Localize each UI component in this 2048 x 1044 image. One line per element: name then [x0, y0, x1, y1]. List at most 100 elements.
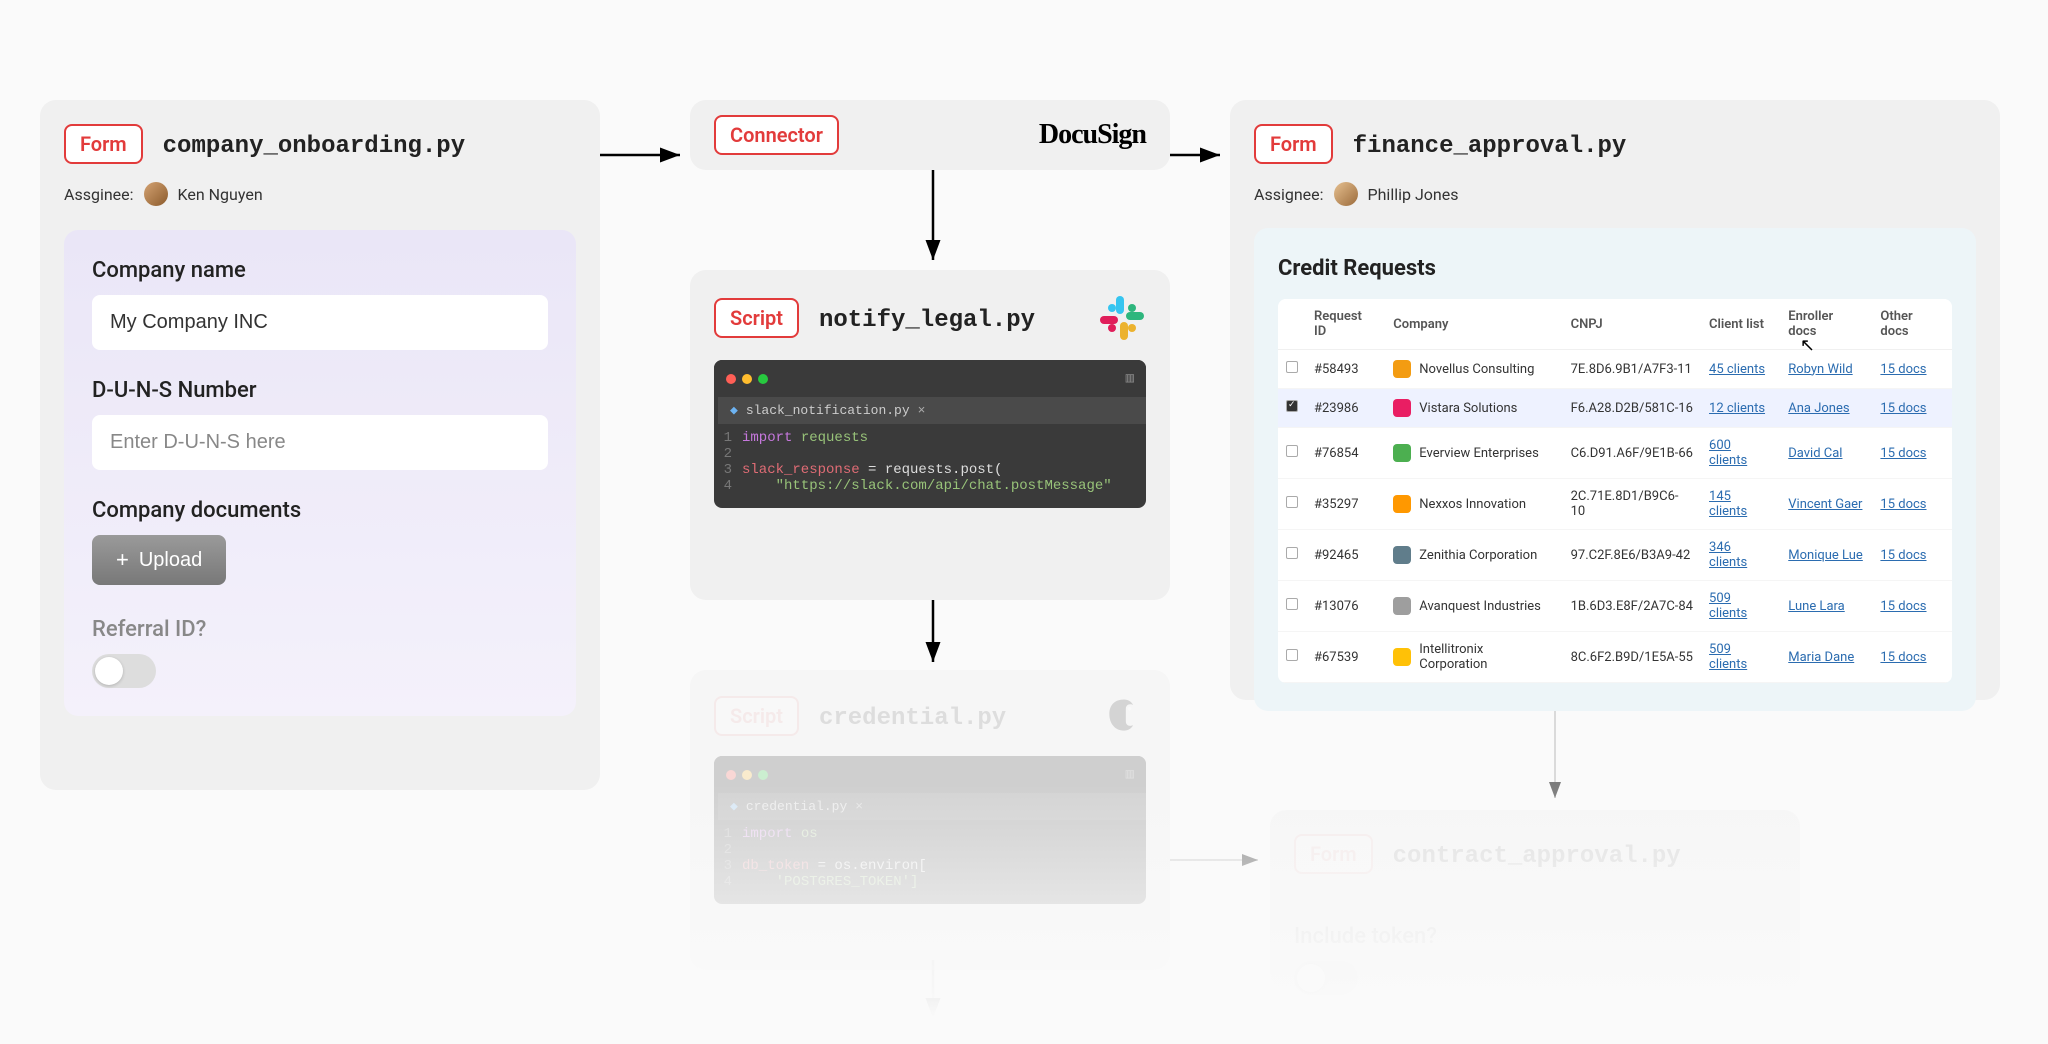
other-docs-link[interactable]: 15 docs — [1880, 599, 1926, 614]
filename: finance_approval.py — [1353, 133, 1627, 160]
editor-tab[interactable]: ◆ slack_notification.py × — [718, 397, 1146, 424]
window-maximize-icon[interactable] — [758, 770, 768, 780]
company-name: Novellus Consulting — [1419, 362, 1534, 377]
enroller-link[interactable]: Robyn Wild — [1788, 362, 1852, 377]
company-name: Intellitronix Corporation — [1419, 642, 1554, 672]
code-editor: ▥ ◆ credential.py × 1import os 2 3db_tok… — [714, 756, 1146, 904]
tag-connector: Connector — [714, 115, 839, 155]
client-list-link[interactable]: 600 clients — [1709, 438, 1747, 468]
duns-input[interactable] — [92, 415, 548, 470]
table-row[interactable]: #58493Novellus Consulting7E.8D6.9B1/A7F3… — [1278, 350, 1952, 389]
request-id: #23986 — [1306, 389, 1385, 428]
editor-tab[interactable]: ◆ credential.py × — [718, 793, 1146, 820]
enroller-link[interactable]: Monique Lue — [1788, 548, 1863, 563]
panel-split-icon[interactable]: ▥ — [1126, 766, 1134, 783]
assignee-label: Assginee: — [64, 185, 134, 204]
form-card-contract-approval: Form contract_approval.py Include token? — [1270, 810, 1800, 990]
credit-requests-table: Request IDCompanyCNPJClient listEnroller… — [1278, 299, 1952, 683]
upload-button[interactable]: + Upload — [92, 535, 226, 585]
enroller-link[interactable]: Lune Lara — [1788, 599, 1844, 614]
table-header: Enroller docs — [1780, 299, 1872, 350]
table-row[interactable]: #23986Vistara SolutionsF6.A28.D2B/581C-1… — [1278, 389, 1952, 428]
plus-icon: + — [116, 547, 129, 573]
tab-filename: slack_notification.py — [746, 403, 910, 418]
connector-card-docusign: Connector DocuSign — [690, 100, 1170, 170]
docusign-logo: DocuSign — [1039, 119, 1146, 151]
client-list-link[interactable]: 509 clients — [1709, 591, 1747, 621]
form-card-finance-approval: Form finance_approval.py Assignee: Phill… — [1230, 100, 2000, 700]
tag-form: Form — [64, 124, 143, 164]
other-docs-link[interactable]: 15 docs — [1880, 446, 1926, 461]
row-checkbox[interactable] — [1286, 496, 1298, 508]
other-docs-link[interactable]: 15 docs — [1880, 497, 1926, 512]
window-close-icon[interactable] — [726, 374, 736, 384]
tab-filename: credential.py — [746, 799, 847, 814]
client-list-link[interactable]: 346 clients — [1709, 540, 1747, 570]
window-minimize-icon[interactable] — [742, 374, 752, 384]
company-name: Avanquest Industries — [1419, 599, 1541, 614]
enroller-link[interactable]: Vincent Gaer — [1788, 497, 1862, 512]
arrow-connector-to-script1 — [918, 170, 948, 270]
company-name: Zenithia Corporation — [1419, 548, 1537, 563]
enroller-link[interactable]: David Cal — [1788, 446, 1842, 461]
form-card-company-onboarding: Form company_onboarding.py Assginee: Ken… — [40, 100, 600, 790]
cnpj-cell: 2C.71E.8D1/B9C6-10 — [1563, 479, 1701, 530]
script-card-notify-legal: Script notify_legal.py ▥ ◆ slack_notific… — [690, 270, 1170, 600]
referral-toggle[interactable] — [92, 654, 156, 688]
window-maximize-icon[interactable] — [758, 374, 768, 384]
close-tab-icon[interactable]: × — [855, 799, 863, 814]
upload-label: Upload — [139, 549, 202, 572]
row-checkbox[interactable] — [1286, 400, 1298, 412]
other-docs-link[interactable]: 15 docs — [1880, 548, 1926, 563]
row-checkbox[interactable] — [1286, 547, 1298, 559]
company-name: Nexxos Innovation — [1419, 497, 1526, 512]
arrow-form-to-connector — [600, 140, 690, 170]
panel-split-icon[interactable]: ▥ — [1126, 370, 1134, 387]
request-id: #58493 — [1306, 350, 1385, 389]
file-type-icon: ◆ — [730, 799, 738, 814]
table-row[interactable]: #76854Everview EnterprisesC6.D91.A6F/9E1… — [1278, 428, 1952, 479]
company-name: Everview Enterprises — [1419, 446, 1539, 461]
referral-label: Referral ID? — [92, 617, 548, 642]
row-checkbox[interactable] — [1286, 445, 1298, 457]
row-checkbox[interactable] — [1286, 649, 1298, 661]
tag-script: Script — [714, 298, 799, 338]
client-list-link[interactable]: 12 clients — [1709, 401, 1765, 416]
code-body: 1import requests 2 3slack_response = req… — [714, 424, 1146, 508]
cnpj-cell: 8C.6F2.B9D/1E5A-55 — [1563, 632, 1701, 683]
enroller-link[interactable]: Maria Dane — [1788, 650, 1854, 665]
other-docs-link[interactable]: 15 docs — [1880, 401, 1926, 416]
client-list-link[interactable]: 45 clients — [1709, 362, 1765, 377]
code-editor: ▥ ◆ slack_notification.py × 1import requ… — [714, 360, 1146, 508]
client-list-link[interactable]: 509 clients — [1709, 642, 1747, 672]
request-id: #13076 — [1306, 581, 1385, 632]
table-header — [1278, 299, 1306, 350]
client-list-link[interactable]: 145 clients — [1709, 489, 1747, 519]
script-card-credential: Script credential.py ▥ ◆ credential.py ×… — [690, 670, 1170, 970]
arrow-script2-to-contract — [1170, 845, 1270, 875]
company-name-label: Company name — [92, 258, 548, 283]
slack-icon — [1098, 294, 1146, 342]
form-panel: Company name D-U-N-S Number Company docu… — [64, 230, 576, 716]
table-row[interactable]: #92465Zenithia Corporation97.C2F.8E6/B3A… — [1278, 530, 1952, 581]
window-minimize-icon[interactable] — [742, 770, 752, 780]
row-checkbox[interactable] — [1286, 361, 1298, 373]
window-close-icon[interactable] — [726, 770, 736, 780]
table-row[interactable]: #67539Intellitronix Corporation8C.6F2.B9… — [1278, 632, 1952, 683]
table-row[interactable]: #13076 Avanquest Industries 1B.6D3.E8F/2A7… — [1278, 581, 1952, 632]
other-docs-link[interactable]: 15 docs — [1880, 650, 1926, 665]
company-name-input[interactable] — [92, 295, 548, 350]
include-token-label: Include token? — [1294, 924, 1776, 949]
request-id: #76854 — [1306, 428, 1385, 479]
other-docs-link[interactable]: 15 docs — [1880, 362, 1926, 377]
cnpj-cell: 1B.6D3.E8F/2A7C-84 — [1563, 581, 1701, 632]
close-tab-icon[interactable]: × — [918, 403, 926, 418]
filename: credential.py — [819, 705, 1006, 732]
include-token-toggle[interactable] — [1294, 961, 1358, 995]
enroller-link[interactable]: Ana Jones — [1788, 401, 1849, 416]
table-row[interactable]: #35297Nexxos Innovation2C.71E.8D1/B9C6-1… — [1278, 479, 1952, 530]
arrow-finance-to-contract — [1540, 700, 1570, 810]
table-header: Client list — [1701, 299, 1780, 350]
row-checkbox[interactable] — [1286, 598, 1298, 610]
duns-label: D-U-N-S Number — [92, 378, 548, 403]
